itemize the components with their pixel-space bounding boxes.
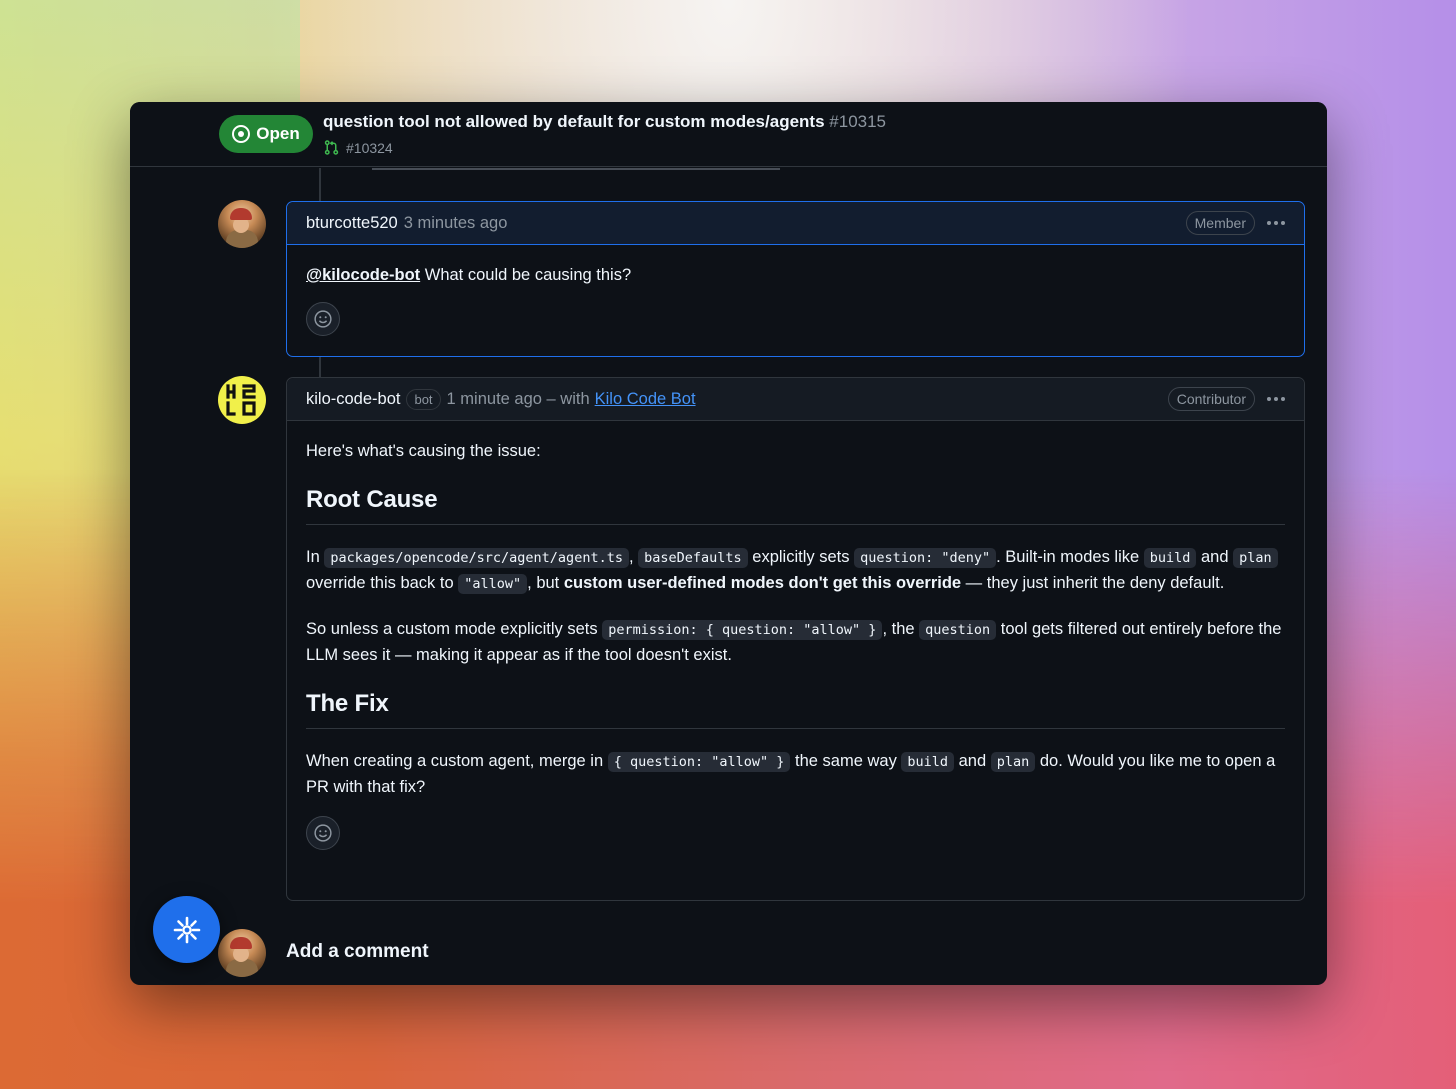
avatar-kilo-code-bot[interactable] (218, 376, 266, 424)
explanation-paragraph: So unless a custom mode explicitly sets … (306, 620, 1282, 664)
heading-root-cause: Root Cause (306, 484, 1285, 525)
bot-label: bot (406, 388, 441, 410)
comment-bturcotte520: bturcotte520 3 minutes ago Member @kiloc… (286, 201, 1305, 357)
inline-code: question: "deny" (854, 548, 997, 568)
inline-code: plan (1233, 548, 1278, 568)
author-role-badge: Member (1185, 211, 1255, 235)
git-pull-request-icon (324, 140, 339, 155)
add-reaction-button[interactable] (306, 302, 340, 336)
avatar-bturcotte520[interactable] (218, 200, 266, 248)
current-user-avatar (218, 929, 266, 977)
inline-code: build (1143, 548, 1197, 568)
smiley-icon (314, 310, 332, 328)
bold-text: custom user-defined modes don't get this… (563, 574, 962, 592)
inline-code: build (901, 752, 955, 772)
kebab-horizontal-icon[interactable] (1267, 397, 1285, 401)
comment-timestamp[interactable]: 3 minutes ago (404, 214, 508, 233)
smiley-icon (314, 824, 332, 842)
sparkle-icon (173, 916, 200, 943)
heading-the-fix: The Fix (306, 688, 1285, 729)
inline-code: question (919, 620, 997, 640)
user-mention-link[interactable]: @kilocode-bot (306, 266, 420, 284)
comment-body: Here's what's causing the issue: Root Ca… (287, 421, 1304, 864)
comment-author[interactable]: kilo-code-bot (306, 390, 400, 409)
kebab-horizontal-icon[interactable] (1267, 221, 1285, 225)
issue-title-text: question tool not allowed by default for… (323, 112, 825, 131)
root-cause-paragraph: In packages/opencode/src/agent/agent.ts,… (306, 545, 1285, 597)
inline-code: baseDefaults (638, 548, 748, 568)
github-issue-window: Open question tool not allowed by defaul… (130, 102, 1327, 985)
issue-number: #10315 (829, 112, 887, 131)
author-role-badge: Contributor (1167, 387, 1255, 411)
timeline-connector (319, 357, 321, 377)
issue-title: question tool not allowed by default for… (323, 112, 886, 132)
inline-code: permission: { question: "allow" } (602, 620, 883, 640)
app-link[interactable]: Kilo Code Bot (595, 390, 696, 409)
issue-sticky-header: Open question tool not allowed by defaul… (130, 102, 1327, 167)
intro-paragraph: Here's what's causing the issue: (306, 442, 541, 460)
fix-paragraph: When creating a custom agent, merge in {… (306, 752, 1276, 796)
comment-author[interactable]: bturcotte520 (306, 214, 398, 233)
comment-text: What could be causing this? (420, 266, 632, 284)
comment-kilo-code-bot: kilo-code-bot bot 1 minute ago – with Ki… (286, 377, 1305, 901)
comment-header: kilo-code-bot bot 1 minute ago – with Ki… (287, 378, 1304, 421)
inline-code: packages/opencode/src/agent/agent.ts (324, 548, 629, 568)
comment-header: bturcotte520 3 minutes ago Member (287, 202, 1304, 245)
inline-code: "allow" (458, 574, 528, 594)
inline-code: { question: "allow" } (607, 752, 791, 772)
linked-pull-request[interactable]: #10324 (323, 139, 393, 156)
previous-comment-link-fragment (372, 168, 780, 170)
floating-assistant-button[interactable] (153, 896, 220, 963)
inline-code: plan (990, 752, 1036, 772)
linked-pr-number: #10324 (346, 139, 393, 156)
issue-open-icon (232, 125, 251, 143)
comment-timestamp[interactable]: 1 minute ago – with (447, 390, 590, 409)
issue-state-label: Open (256, 124, 300, 143)
timeline-connector (319, 168, 321, 201)
add-comment-heading: Add a comment (286, 941, 429, 962)
add-reaction-button[interactable] (306, 816, 340, 850)
kilo-logo-icon (226, 384, 256, 416)
comment-body: @kilocode-bot What could be causing this… (287, 245, 1304, 350)
issue-state-badge: Open (219, 115, 313, 153)
